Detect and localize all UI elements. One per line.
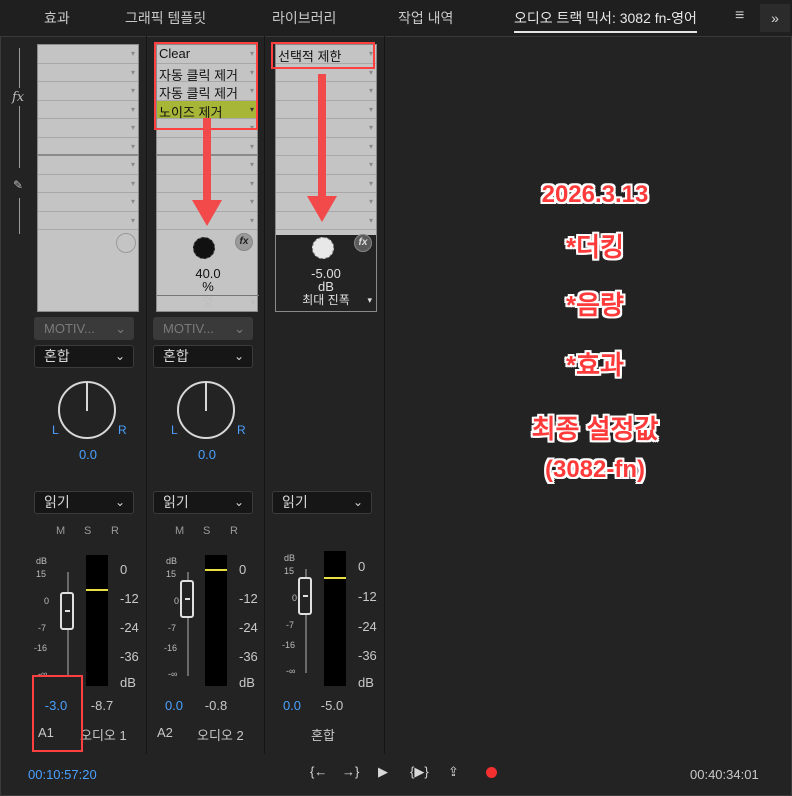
fx-bypass-icon[interactable]: fx xyxy=(235,233,253,251)
a1-track-name[interactable]: 오디오 1 xyxy=(80,725,127,744)
loop-icon[interactable]: ⇪ xyxy=(448,764,459,780)
a1-mute-button[interactable]: M xyxy=(56,525,65,537)
a2-fader-handle[interactable] xyxy=(180,580,194,618)
a1-record-button[interactable]: R xyxy=(111,525,119,537)
effect-slot[interactable]: ▾ xyxy=(276,156,376,175)
a2-motiv-dropdown[interactable]: MOTIV... ⌄ xyxy=(153,317,253,340)
a1-mode-dropdown[interactable]: 혼합 ⌄ xyxy=(34,345,134,368)
effect-slot[interactable]: ▾ xyxy=(276,82,376,101)
highlight-box-mix-effect xyxy=(271,42,375,69)
highlight-box-a2-effects xyxy=(154,42,258,130)
a1-motiv-dropdown[interactable]: MOTIV... ⌄ xyxy=(34,317,134,340)
panel-menu-icon[interactable]: ≡ xyxy=(735,7,744,25)
mix-effects-rack: 선택적 제한 ▾ ▾ ▾ ▾ ▾ ▾ ▾ ▾ ▾ ▾ fx -5.00 dB 최대… xyxy=(275,44,377,312)
go-to-out-icon[interactable]: →} xyxy=(342,764,359,779)
panel-tab-bar: 효과 그래픽 템플릿 라이브러리 작업 내역 오디오 트랙 믹서: 3082 f… xyxy=(0,0,792,36)
a2-meter-value: -0.8 xyxy=(204,698,228,713)
annotation-project: (3082-fn) xyxy=(544,456,646,483)
mix-effect-param-area: fx -5.00 dB 최대 진폭 ▾ xyxy=(276,234,376,311)
send-knob-icon[interactable] xyxy=(116,233,136,253)
pan-right-label: R xyxy=(118,423,127,437)
annotation-arrow-head xyxy=(307,196,337,222)
effect-param-knob-icon[interactable] xyxy=(312,237,334,259)
effects-section-fx-icon[interactable]: fx xyxy=(12,90,24,105)
a1-solo-button[interactable]: S xyxy=(84,525,91,537)
sends-section-icon[interactable]: ✎ xyxy=(13,178,23,192)
effect-slot[interactable]: ▾ xyxy=(276,101,376,119)
tab-graphic-templates[interactable]: 그래픽 템플릿 xyxy=(125,8,206,28)
current-timecode[interactable]: 00:10:57:20 xyxy=(28,767,97,782)
a2-track-id: A2 xyxy=(157,725,173,740)
tab-libraries[interactable]: 라이브러리 xyxy=(272,8,336,28)
a2-record-button[interactable]: R xyxy=(230,525,238,537)
record-icon[interactable] xyxy=(486,767,497,778)
send-slot[interactable]: ▾ xyxy=(38,175,138,193)
a1-pan-knob-icon[interactable] xyxy=(58,381,116,439)
annotation-arrow xyxy=(318,74,326,198)
effect-slot[interactable]: ▾ xyxy=(38,82,138,101)
mix-level-meter xyxy=(324,551,346,686)
mix-meter-value: -5.0 xyxy=(320,698,344,713)
mix-track-name: 혼합 xyxy=(311,728,335,743)
effect-slot[interactable]: ▾ xyxy=(276,175,376,193)
annotation-effects: *효과 xyxy=(566,350,624,380)
a2-pan-knob-icon[interactable] xyxy=(177,381,235,439)
effect-param-select[interactable]: 최대 진폭 ▾ xyxy=(276,294,376,308)
effect-slot[interactable]: ▾ xyxy=(276,138,376,156)
a2-automation-dropdown[interactable]: 읽기 ⌄ xyxy=(153,491,253,514)
mix-automation-dropdown[interactable]: 읽기 ⌄ xyxy=(272,491,372,514)
a1-meter-value: -8.7 xyxy=(90,698,114,713)
effect-param-knob-icon[interactable] xyxy=(193,237,215,259)
pan-left-label: L xyxy=(171,423,178,437)
annotation-arrow xyxy=(203,118,211,202)
a1-automation-dropdown[interactable]: 읽기 ⌄ xyxy=(34,491,134,514)
a2-mode-dropdown[interactable]: 혼합 ⌄ xyxy=(153,345,253,368)
effect-slot[interactable]: ▾ xyxy=(38,101,138,119)
a2-volume-value[interactable]: 0.0 xyxy=(156,698,192,713)
pan-right-label: R xyxy=(237,423,246,437)
tab-audio-track-mixer[interactable]: 오디오 트랙 믹서: 3082 fn-영어 xyxy=(514,8,697,33)
annotation-volume: *음량 xyxy=(566,290,624,320)
tab-history[interactable]: 작업 내역 xyxy=(398,8,453,28)
play-in-to-out-icon[interactable]: {▶} xyxy=(410,764,429,780)
annotation-date: 2026.3.13 xyxy=(541,181,649,208)
send-slot[interactable]: ▾ xyxy=(38,212,138,230)
go-to-in-icon[interactable]: {← xyxy=(310,764,327,779)
fx-bypass-icon[interactable]: fx xyxy=(354,234,372,252)
section-gutter: fx ✎ xyxy=(4,42,28,742)
annotation-arrow-head xyxy=(192,200,222,226)
mix-fader-handle[interactable] xyxy=(298,577,312,615)
annotation-ducking: *더킹 xyxy=(566,232,624,262)
a2-level-meter xyxy=(205,555,227,686)
send-slot[interactable]: ▾ xyxy=(38,138,138,156)
tab-effects[interactable]: 효과 xyxy=(44,8,70,28)
annotation-final-settings: 최종 설정값 xyxy=(531,414,659,444)
play-icon[interactable]: ▶ xyxy=(378,764,388,780)
highlight-box-a1-volume xyxy=(32,675,83,752)
a1-pan-value[interactable]: 0.0 xyxy=(60,447,116,462)
a2-mute-button[interactable]: M xyxy=(175,525,184,537)
mix-volume-value[interactable]: 0.0 xyxy=(274,698,310,713)
total-duration: 00:40:34:01 xyxy=(690,767,759,782)
effect-slot[interactable]: ▾ xyxy=(38,45,138,64)
effect-slot[interactable]: ▾ xyxy=(38,64,138,82)
a1-level-meter xyxy=(86,555,108,686)
overflow-chevron-icon[interactable]: » xyxy=(760,4,790,32)
a2-track-name[interactable]: 오디오 2 xyxy=(197,725,244,744)
a1-effects-rack: ▾ ▾ ▾ ▾ ▾ ▾ ▾ ▾ ▾ ▾ xyxy=(37,44,139,312)
a1-fader-handle[interactable] xyxy=(60,592,74,630)
a2-pan-value[interactable]: 0.0 xyxy=(179,447,235,462)
effect-slot[interactable]: ▾ xyxy=(276,119,376,138)
send-slot[interactable]: ▾ xyxy=(38,156,138,175)
a2-solo-button[interactable]: S xyxy=(203,525,210,537)
effect-slot[interactable]: ▾ xyxy=(38,119,138,138)
send-slot[interactable]: ▾ xyxy=(38,193,138,212)
effect-param-select[interactable]: 양 ▾ xyxy=(157,295,259,309)
pan-left-label: L xyxy=(52,423,59,437)
